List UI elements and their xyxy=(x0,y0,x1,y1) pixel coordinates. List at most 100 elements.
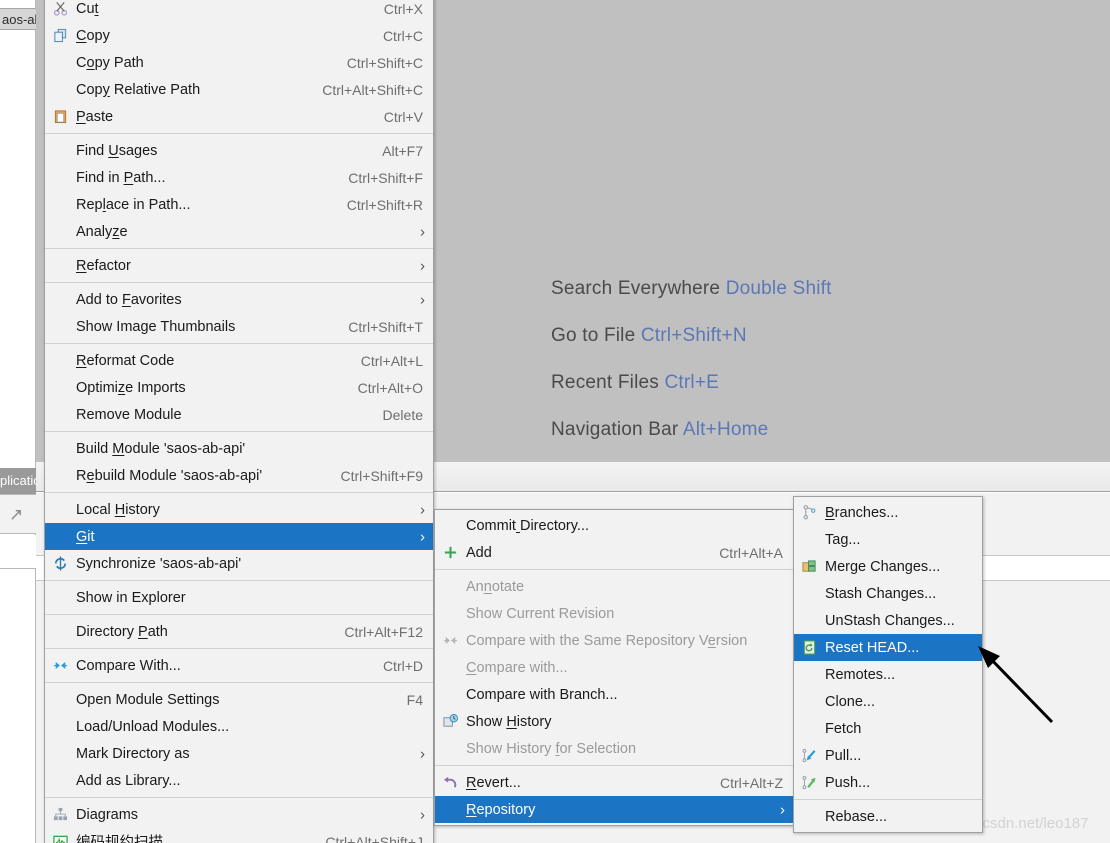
menu-item-label: Revert... xyxy=(466,774,521,791)
menu-item-label: Copy xyxy=(76,27,110,44)
menu-separator xyxy=(45,133,433,134)
copy-icon xyxy=(45,28,76,43)
repository-submenu[interactable]: Branches... Tag... Merge Changes... Stash C… xyxy=(793,496,983,833)
menu-item-label: Add to Favorites xyxy=(76,291,182,308)
hint-row: Go to File Ctrl+Shift+N xyxy=(551,325,832,347)
menu-item-label: Reformat Code xyxy=(76,352,175,369)
menu-item-label: Copy Path xyxy=(76,54,144,71)
menu-item-show-in-explorer[interactable]: Show in Explorer xyxy=(45,584,433,611)
paste-icon xyxy=(45,109,76,124)
menu-item-refactor[interactable]: Refactor › xyxy=(45,252,433,279)
sync-icon xyxy=(45,556,76,571)
menu-item-add-as-library[interactable]: Add as Library... xyxy=(45,767,433,794)
menu-item-label: Branches... xyxy=(825,504,899,521)
menu-item-diagrams[interactable]: Diagrams › xyxy=(45,801,433,828)
menu-item-show-history[interactable]: Show History xyxy=(435,708,793,735)
menu-item-编码规约扫描[interactable]: 编码规约扫描 Ctrl+Alt+Shift+J xyxy=(45,828,433,843)
menu-item-label: Reset HEAD... xyxy=(825,639,920,656)
menu-item-tag[interactable]: Tag... xyxy=(794,526,982,553)
menu-item-branches[interactable]: Branches... xyxy=(794,499,982,526)
menu-item-label: Compare with Branch... xyxy=(466,686,618,703)
menu-item-commit-directory[interactable]: Commit Directory... xyxy=(435,512,793,539)
menu-item-shortcut: Ctrl+V xyxy=(383,108,423,125)
menu-item-shortcut: Ctrl+Alt+A xyxy=(719,544,783,561)
menu-item-reformat-code[interactable]: Reformat Code Ctrl+Alt+L xyxy=(45,347,433,374)
share-icon[interactable]: ↗ xyxy=(9,506,27,524)
menu-item-mark-directory-as[interactable]: Mark Directory as › xyxy=(45,740,433,767)
menu-item-label: Show History for Selection xyxy=(466,740,637,757)
menu-separator xyxy=(45,431,433,432)
menu-item-repository[interactable]: Repository › xyxy=(435,796,793,823)
menu-item-clone[interactable]: Clone... xyxy=(794,688,982,715)
reset-head-icon xyxy=(794,640,825,655)
chevron-right-icon: › xyxy=(420,291,425,308)
menu-item-cut[interactable]: Cut Ctrl+X xyxy=(45,0,433,22)
menu-item-find-in-path[interactable]: Find in Path... Ctrl+Shift+F xyxy=(45,164,433,191)
menu-item-push[interactable]: Push... xyxy=(794,769,982,796)
menu-item-remove-module[interactable]: Remove Module Delete xyxy=(45,401,433,428)
menu-item-optimize-imports[interactable]: Optimize Imports Ctrl+Alt+O xyxy=(45,374,433,401)
menu-item-find-usages[interactable]: Find Usages Alt+F7 xyxy=(45,137,433,164)
menu-item-compare-with[interactable]: Compare With... Ctrl+D xyxy=(45,652,433,679)
menu-item-remotes[interactable]: Remotes... xyxy=(794,661,982,688)
menu-item-copy-path[interactable]: Copy Path Ctrl+Shift+C xyxy=(45,49,433,76)
menu-item-shortcut: Ctrl+Alt+L xyxy=(360,352,423,369)
project-tab-label[interactable]: aos-ab xyxy=(0,8,36,30)
git-submenu[interactable]: Commit Directory... Add Ctrl+Alt+A Annotate… xyxy=(434,509,794,826)
left-panel-toolbar: ↗ xyxy=(0,494,36,534)
menu-item-analyze[interactable]: Analyze › xyxy=(45,218,433,245)
menu-item-reset-head[interactable]: Reset HEAD... xyxy=(794,634,982,661)
hint-row: Recent Files Ctrl+E xyxy=(551,372,832,394)
menu-item-compare-with-branch[interactable]: Compare with Branch... xyxy=(435,681,793,708)
menu-item-label: Mark Directory as xyxy=(76,745,190,762)
menu-item-build-module-saos-ab-api[interactable]: Build Module 'saos-ab-api' xyxy=(45,435,433,462)
menu-item-copy-relative-path[interactable]: Copy Relative Path Ctrl+Alt+Shift+C xyxy=(45,76,433,103)
menu-item-label: Directory Path xyxy=(76,623,168,640)
scan-icon xyxy=(45,834,76,843)
menu-item-paste[interactable]: Paste Ctrl+V xyxy=(45,103,433,130)
menu-item-rebuild-module-saos-ab-api[interactable]: Rebuild Module 'saos-ab-api' Ctrl+Shift+F… xyxy=(45,462,433,489)
menu-item-revert[interactable]: Revert... Ctrl+Alt+Z xyxy=(435,769,793,796)
menu-item-label: Compare with the Same Repository Version xyxy=(466,632,748,649)
menu-separator xyxy=(435,765,793,766)
menu-item-label: Git xyxy=(76,528,95,545)
left-tool-window xyxy=(0,0,36,843)
menu-item-label: Find Usages xyxy=(76,142,158,159)
menu-item-pull[interactable]: Pull... xyxy=(794,742,982,769)
menu-item-directory-path[interactable]: Directory Path Ctrl+Alt+F12 xyxy=(45,618,433,645)
menu-item-show-image-thumbnails[interactable]: Show Image Thumbnails Ctrl+Shift+T xyxy=(45,313,433,340)
menu-item-copy[interactable]: Copy Ctrl+C xyxy=(45,22,433,49)
menu-item-load-unload-modules[interactable]: Load/Unload Modules... xyxy=(45,713,433,740)
menu-item-compare-with: Compare with... xyxy=(435,654,793,681)
hint-label: Go to File xyxy=(551,325,636,346)
hint-label: Search Everywhere xyxy=(551,278,721,299)
menu-separator xyxy=(45,492,433,493)
hint-label: Navigation Bar xyxy=(551,419,679,440)
menu-item-unstash-changes[interactable]: UnStash Changes... xyxy=(794,607,982,634)
menu-item-add-to-favorites[interactable]: Add to Favorites › xyxy=(45,286,433,313)
menu-item-rebase[interactable]: Rebase... xyxy=(794,803,982,830)
plus-icon xyxy=(435,545,466,560)
push-icon xyxy=(794,775,825,790)
menu-item-stash-changes[interactable]: Stash Changes... xyxy=(794,580,982,607)
menu-item-shortcut: Ctrl+Alt+Shift+J xyxy=(325,833,423,843)
menu-item-compare-with-the-same-repository-version: Compare with the Same Repository Version xyxy=(435,627,793,654)
menu-item-shortcut: Ctrl+Shift+C xyxy=(346,54,423,71)
menu-item-label: Show Current Revision xyxy=(466,605,615,622)
menu-item-label: Cut xyxy=(76,0,99,17)
menu-item-merge-changes[interactable]: Merge Changes... xyxy=(794,553,982,580)
menu-item-label: Build Module 'saos-ab-api' xyxy=(76,440,246,457)
menu-item-label: Add as Library... xyxy=(76,772,181,789)
menu-item-add[interactable]: Add Ctrl+Alt+A xyxy=(435,539,793,566)
menu-separator xyxy=(45,682,433,683)
menu-item-shortcut: Ctrl+Shift+F xyxy=(348,169,423,186)
project-context-menu[interactable]: Cut Ctrl+X Copy Ctrl+C Copy Path Ctrl+Shift+C… xyxy=(44,0,434,843)
menu-item-git[interactable]: Git › xyxy=(45,523,433,550)
menu-item-shortcut: Ctrl+Alt+F12 xyxy=(344,623,423,640)
menu-item-local-history[interactable]: Local History › xyxy=(45,496,433,523)
menu-item-replace-in-path[interactable]: Replace in Path... Ctrl+Shift+R xyxy=(45,191,433,218)
menu-item-synchronize-saos-ab-api[interactable]: Synchronize 'saos-ab-api' xyxy=(45,550,433,577)
menu-item-open-module-settings[interactable]: Open Module Settings F4 xyxy=(45,686,433,713)
menu-item-fetch[interactable]: Fetch xyxy=(794,715,982,742)
menu-item-label: Push... xyxy=(825,774,871,791)
